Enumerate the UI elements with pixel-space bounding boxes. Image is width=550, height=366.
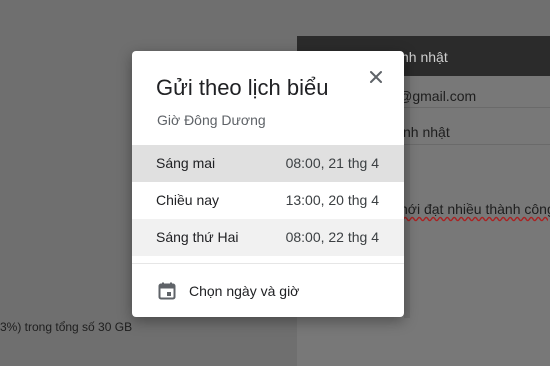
pick-date-time-button[interactable]: Chọn ngày và giờ <box>132 273 404 309</box>
calendar-icon <box>158 282 176 300</box>
schedule-send-dialog: Gửi theo lịch biểu Giờ Đông Dương Sáng m… <box>132 51 404 317</box>
option-time: 08:00, 21 thg 4 <box>285 155 379 171</box>
compose-subject-field[interactable]: nh nhật <box>403 124 450 140</box>
close-button[interactable] <box>366 67 386 87</box>
option-time: 08:00, 22 thg 4 <box>285 229 379 245</box>
option-label: Sáng thứ Hai <box>156 229 239 245</box>
option-time: 13:00, 20 thg 4 <box>285 192 379 208</box>
compose-body[interactable]: nới đạt nhiều thành công <box>400 201 550 217</box>
option-label: Chiều nay <box>156 192 220 208</box>
option-label: Sáng mai <box>156 155 216 171</box>
close-icon <box>370 71 382 83</box>
option-monday-morning[interactable]: Sáng thứ Hai 08:00, 22 thg 4 <box>132 219 404 256</box>
dialog-divider <box>132 263 404 264</box>
dialog-title: Gửi theo lịch biểu <box>156 75 329 100</box>
pick-date-time-label: Chọn ngày và giờ <box>189 283 300 299</box>
storage-usage-text: 3%) trong tổng số 30 GB <box>0 320 133 334</box>
timezone-label: Giờ Đông Dương <box>157 112 266 128</box>
dialog-shadow <box>404 60 410 318</box>
option-tomorrow-morning[interactable]: Sáng mai 08:00, 21 thg 4 <box>132 145 404 182</box>
option-this-afternoon[interactable]: Chiều nay 13:00, 20 thg 4 <box>132 182 404 219</box>
